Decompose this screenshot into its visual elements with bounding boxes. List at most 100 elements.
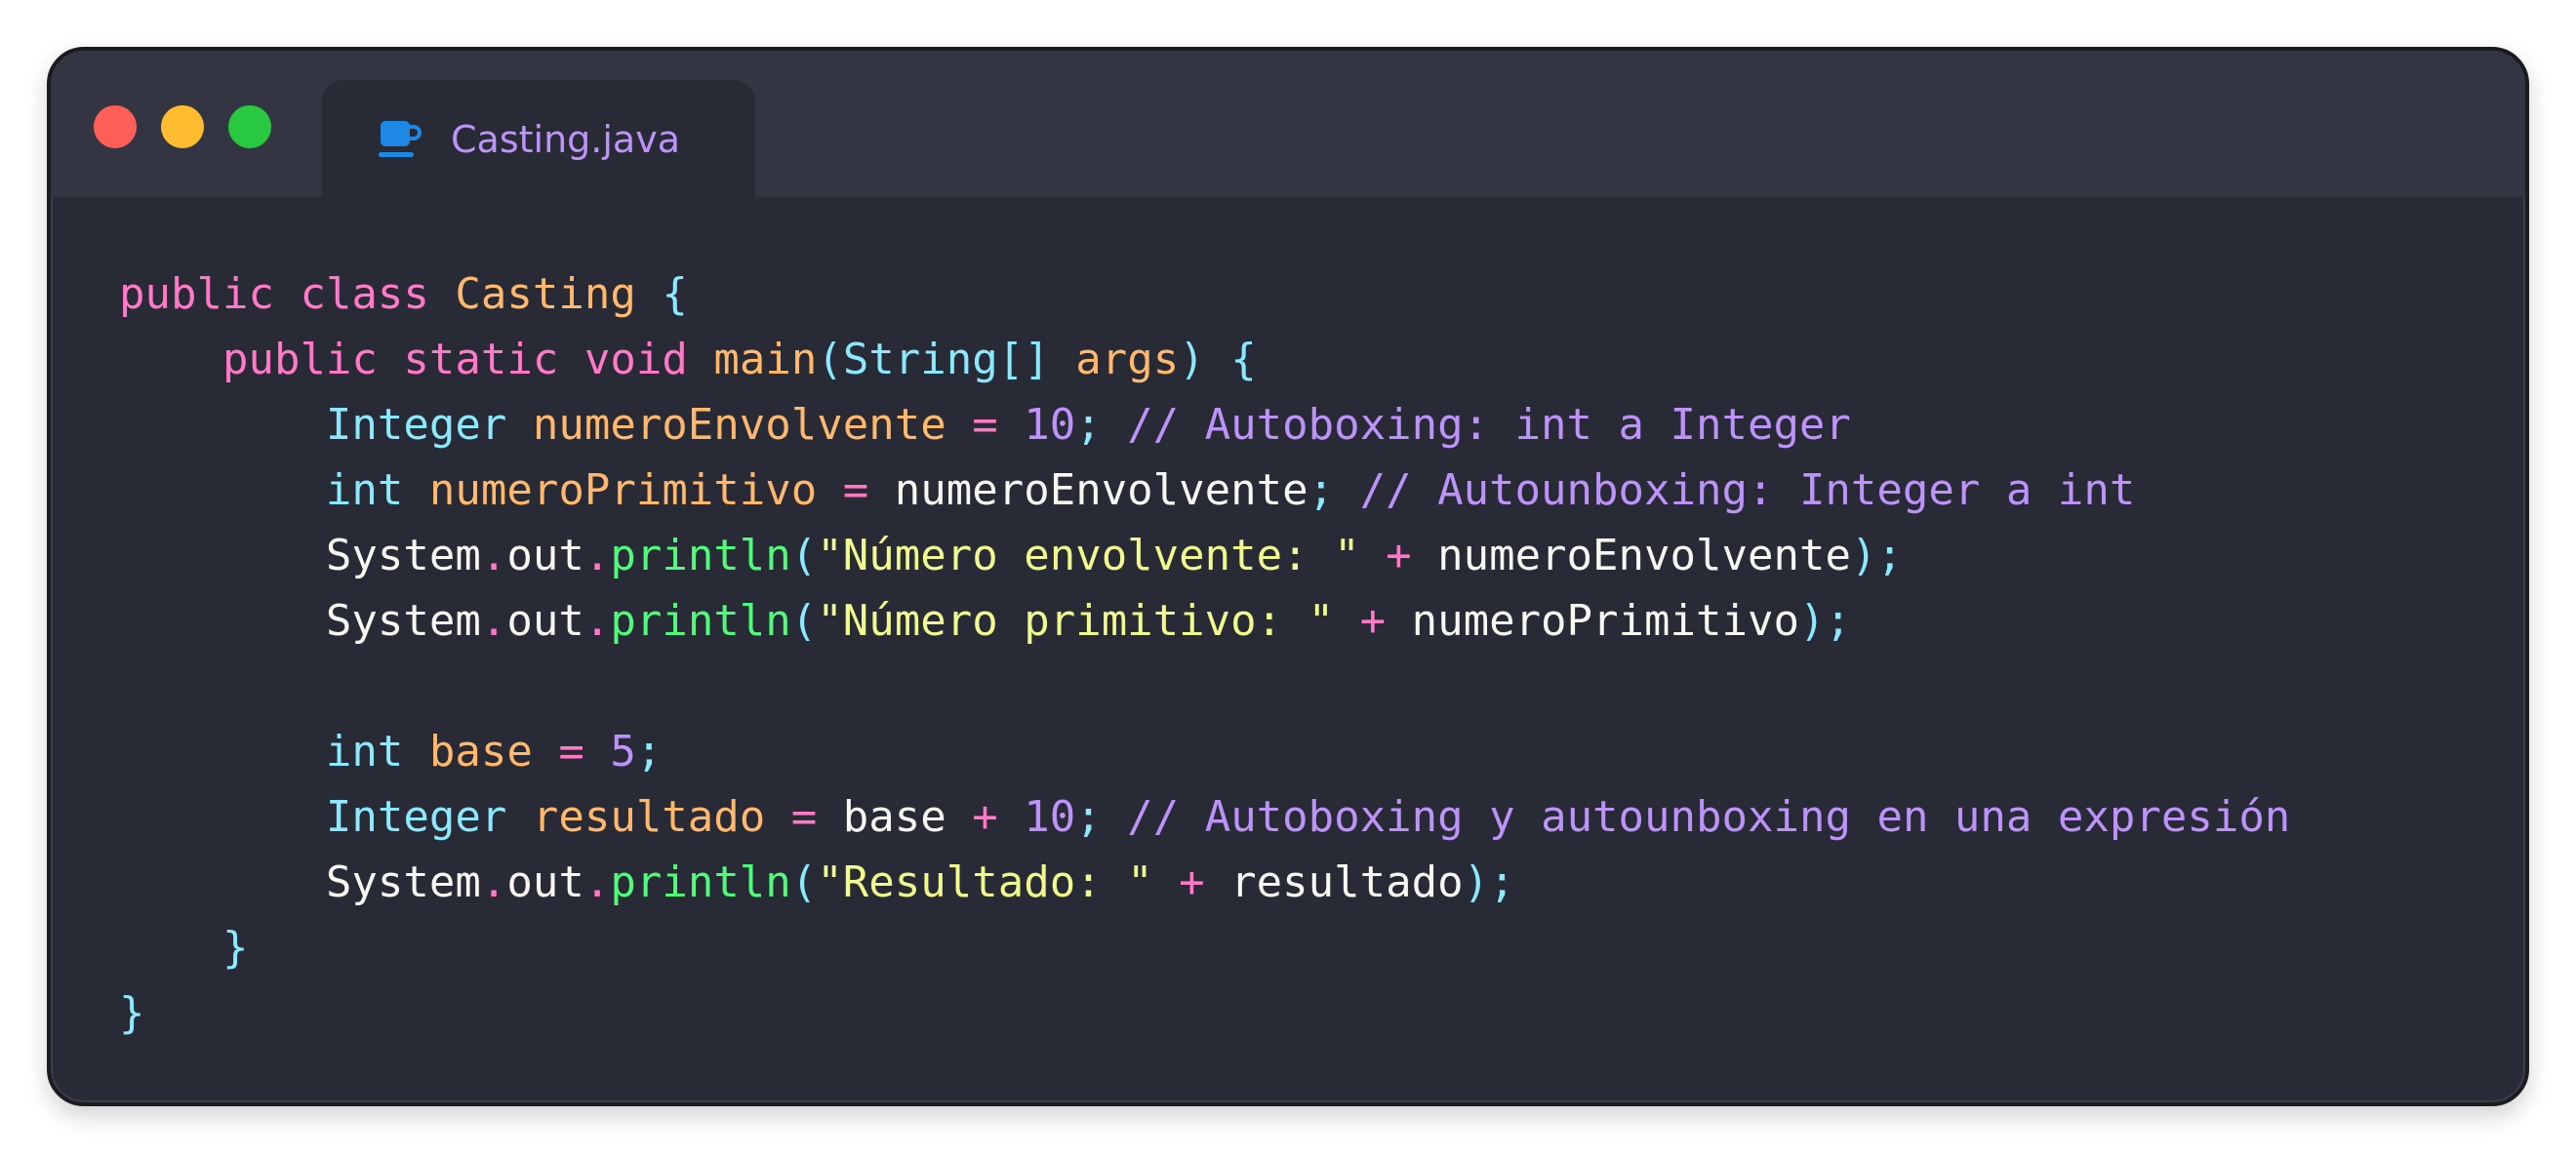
minimize-button[interactable]: [161, 105, 204, 148]
code-token: ;: [635, 727, 663, 777]
tab-label: Casting.java: [451, 118, 680, 161]
code-line: int numeroPrimitivo = numeroEnvolvente; …: [119, 458, 2290, 523]
code-line: }: [119, 980, 2290, 1046]
code-token: "Resultado: ": [817, 857, 1153, 907]
code-editor[interactable]: public class Casting { public static voi…: [119, 261, 2290, 1046]
code-token: println: [610, 531, 791, 580]
code-token: public: [119, 269, 274, 319]
code-line: public static void main(String[] args) {: [119, 327, 2290, 392]
code-token: System: [325, 857, 481, 907]
code-token: System: [325, 531, 481, 580]
code-token: base: [428, 727, 533, 777]
code-token: =: [790, 792, 818, 842]
code-token: ;: [1075, 792, 1102, 842]
code-token: base: [842, 792, 946, 842]
code-token: +: [1179, 857, 1205, 907]
code-token: out: [506, 596, 584, 646]
code-token: +: [1359, 596, 1387, 646]
code-token: .: [480, 596, 507, 646]
code-token: out: [506, 857, 584, 907]
code-token: =: [972, 400, 998, 450]
code-token: "Número envolvente: ": [817, 531, 1360, 580]
code-token: int: [325, 465, 404, 515]
code-token: numeroPrimitivo: [1411, 596, 1799, 646]
code-token: // Autoboxing y autounboxing en una expr…: [1127, 792, 2291, 842]
code-token: numeroEnvolvente: [1437, 531, 1851, 580]
java-coffee-cup-icon: [379, 121, 422, 157]
tab-casting-java[interactable]: Casting.java: [322, 80, 755, 207]
code-token: (: [790, 857, 818, 907]
code-token: Integer: [325, 400, 507, 450]
code-token: println: [610, 857, 791, 907]
code-token: (: [790, 596, 818, 646]
code-token: numeroEnvolvente: [532, 400, 946, 450]
code-token: );: [1463, 857, 1515, 907]
code-token: =: [558, 727, 584, 777]
code-token: // Autounboxing: Integer a int: [1359, 465, 2136, 515]
code-line: System.out.println("Número primitivo: " …: [119, 588, 2290, 654]
code-token: );: [1798, 596, 1851, 646]
code-token: public: [221, 335, 378, 384]
code-token: .: [584, 857, 611, 907]
code-token: Casting: [455, 269, 636, 319]
close-button[interactable]: [94, 105, 137, 148]
code-token: {: [662, 269, 688, 319]
code-token: .: [584, 531, 611, 580]
code-token: numeroEnvolvente: [894, 465, 1308, 515]
code-token: 10: [1024, 400, 1076, 450]
code-token: .: [480, 857, 507, 907]
code-token: // Autoboxing: int a Integer: [1127, 400, 1851, 450]
code-token: String[]: [842, 335, 1050, 384]
code-line: int base = 5;: [119, 719, 2290, 784]
code-token: println: [610, 596, 791, 646]
code-line: public class Casting {: [119, 261, 2290, 327]
code-line: System.out.println("Número envolvente: "…: [119, 523, 2290, 588]
code-token: );: [1850, 531, 1903, 580]
code-token: "Número primitivo: ": [817, 596, 1335, 646]
code-token: ;: [1308, 465, 1335, 515]
maximize-button[interactable]: [228, 105, 271, 148]
code-token: class: [300, 269, 429, 319]
code-line: ​: [119, 654, 2290, 719]
code-token: ): [1179, 335, 1205, 384]
code-token: int: [325, 727, 404, 777]
code-token: main: [713, 335, 818, 384]
code-token: +: [972, 792, 998, 842]
code-token: .: [584, 596, 611, 646]
code-token: resultado: [532, 792, 766, 842]
code-token: numeroPrimitivo: [428, 465, 818, 515]
code-token: out: [506, 531, 584, 580]
code-token: 5: [610, 727, 636, 777]
code-token: resultado: [1230, 857, 1464, 907]
